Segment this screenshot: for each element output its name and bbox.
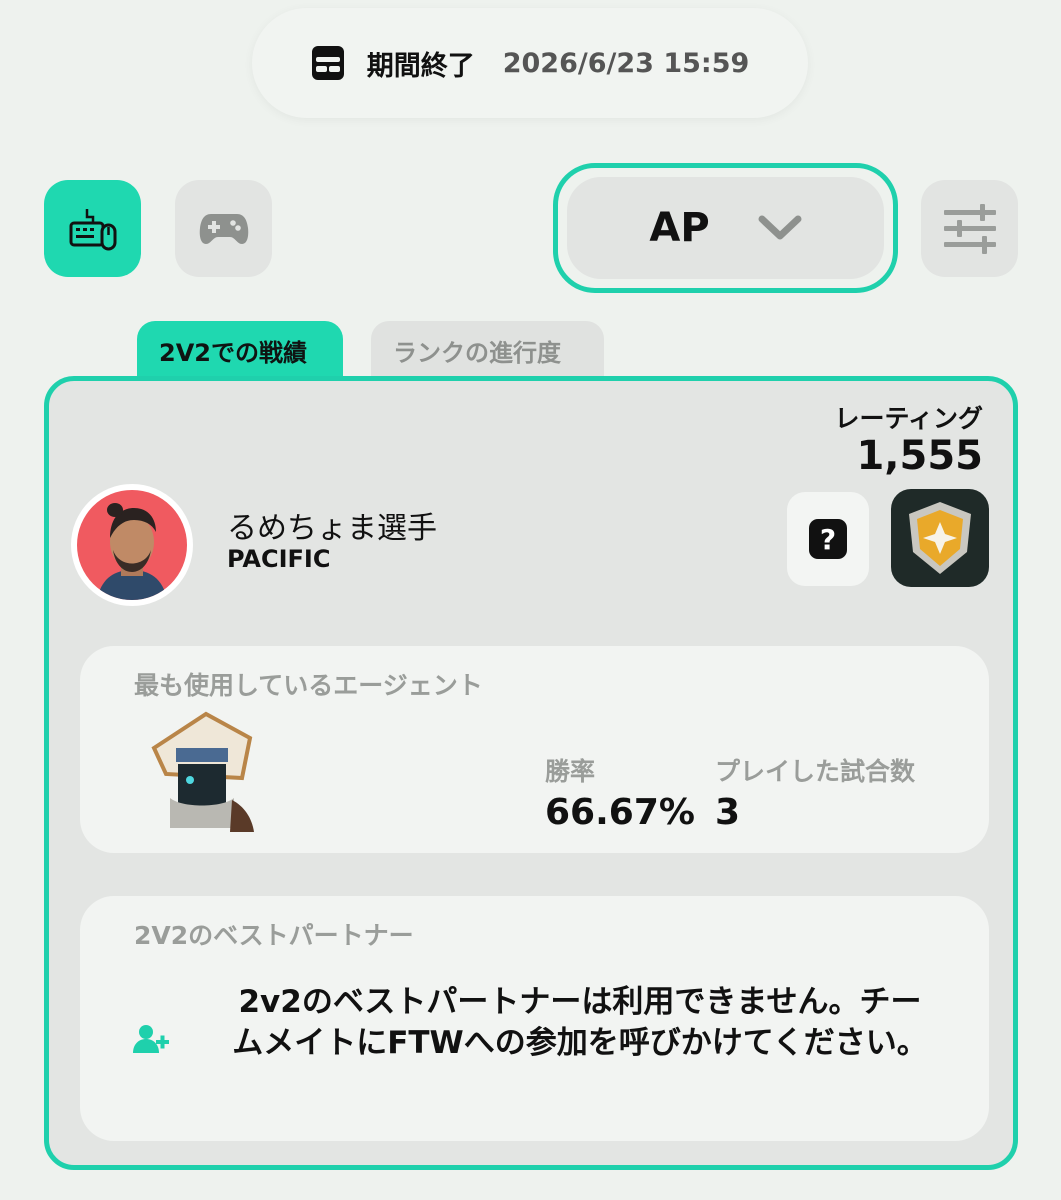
period-banner: 期間終了 2026/6/23 15:59 — [252, 8, 808, 118]
keyboard-mouse-icon — [69, 208, 116, 250]
sliders-icon — [943, 203, 996, 254]
stats-card: レーティング 1,555 るめちょま選手 PACIFIC ? 最も使用しているエ… — [44, 376, 1018, 1170]
period-label: 期間終了 — [366, 50, 475, 82]
calendar-icon — [311, 46, 344, 80]
best-partner-panel: 2V2のベストパートナー 2v2のベストパートナーは利用できません。チームメイト… — [80, 896, 989, 1141]
player-portrait — [97, 503, 167, 600]
period-value: 2026/6/23 15:59 — [502, 47, 750, 79]
agent-portrait — [151, 711, 254, 832]
top-agent-panel: 最も使用しているエージェント 勝率 プレイした試合数 66.67% 3 — [80, 646, 989, 853]
rank-badge-icon — [891, 489, 989, 587]
matches-label: プレイした試合数 — [715, 757, 916, 786]
region-select[interactable]: AP — [553, 163, 898, 293]
filter-button[interactable] — [921, 180, 1018, 277]
win-rate-label: 勝率 — [545, 757, 596, 786]
region-code: AP — [649, 205, 710, 251]
tab-2v2-stats[interactable]: 2V2での戦績 — [137, 321, 343, 379]
question-icon: ? — [809, 519, 847, 559]
tab-rank-progress[interactable]: ランクの進行度 — [371, 321, 604, 379]
player-team: PACIFIC — [227, 545, 331, 573]
top-agent-heading: 最も使用しているエージェント — [134, 671, 483, 700]
best-partner-message: 2v2のベストパートナーは利用できません。チームメイトにFTWへの参加を呼びかけ… — [232, 984, 928, 1061]
rating-label: レーティング — [834, 404, 983, 433]
win-rate-value: 66.67% — [545, 792, 695, 833]
matches-value: 3 — [715, 792, 741, 833]
player-name: るめちょま選手 — [227, 511, 437, 546]
help-button[interactable]: ? — [787, 492, 869, 586]
best-partner-heading: 2V2のベストパートナー — [134, 921, 414, 950]
avatar — [71, 484, 193, 606]
pc-platform-button[interactable] — [44, 180, 141, 277]
gamepad-icon — [199, 213, 248, 244]
rating-value: 1,555 — [856, 433, 983, 479]
console-platform-button[interactable] — [175, 180, 272, 277]
chevron-down-icon — [758, 215, 802, 240]
add-user-icon — [133, 1025, 169, 1053]
